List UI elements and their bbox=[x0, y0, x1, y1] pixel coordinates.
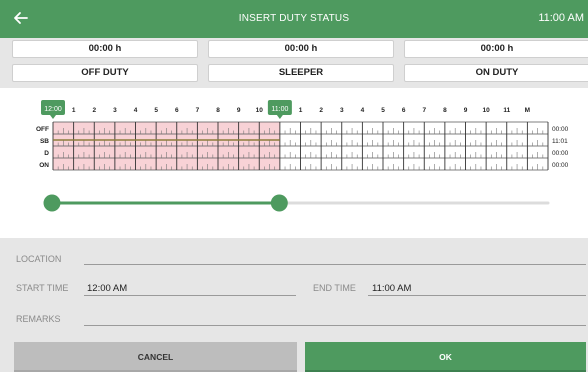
hour-label: 4 bbox=[134, 107, 138, 114]
off-duty-status-button[interactable]: OFF DUTY bbox=[12, 64, 198, 82]
duty-log-grid[interactable]: OFF 00:00 SB 11:01 D 00:00 ON 00:00 1 2 3 4 5 6 7 8 9 10 1… bbox=[0, 88, 588, 238]
sleeper-status-button[interactable]: SLEEPER bbox=[208, 64, 394, 82]
hour-label: 9 bbox=[464, 107, 468, 114]
hour-label: 3 bbox=[340, 107, 344, 114]
row-label-d: D bbox=[44, 150, 49, 157]
sleeper-hours: 00:00 h bbox=[208, 40, 394, 58]
hour-label: M bbox=[525, 107, 530, 114]
row-label-sb: SB bbox=[40, 138, 49, 145]
location-underline bbox=[84, 264, 586, 265]
on-duty-hours: 00:00 h bbox=[404, 40, 588, 58]
ok-button[interactable]: OK bbox=[305, 342, 586, 372]
hour-label: 11 bbox=[503, 107, 510, 114]
page-title: INSERT DUTY STATUS bbox=[238, 13, 350, 24]
start-time-input[interactable]: 12:00 AM bbox=[87, 283, 127, 294]
hour-label: 9 bbox=[237, 107, 241, 114]
off-duty-hours: 00:00 h bbox=[12, 40, 198, 58]
hour-label: 7 bbox=[422, 107, 426, 114]
hour-label: 5 bbox=[154, 107, 158, 114]
row-total-on: 00:00 bbox=[552, 162, 569, 169]
slider-start-thumb[interactable] bbox=[43, 194, 61, 212]
row-label-on: ON bbox=[39, 162, 49, 169]
current-time: 11:00 AM bbox=[538, 12, 584, 24]
hour-label: 2 bbox=[319, 107, 323, 114]
hour-label: 2 bbox=[92, 107, 96, 114]
remarks-underline bbox=[84, 325, 586, 326]
hour-label: 6 bbox=[175, 107, 179, 114]
remarks-label: REMARKS bbox=[16, 314, 61, 324]
slider-end-thumb[interactable] bbox=[270, 194, 288, 212]
hour-label: 3 bbox=[113, 107, 117, 114]
status-totals: 00:00 h 00:00 h 00:00 h OFF DUTY SLEEPER… bbox=[0, 38, 588, 88]
app-header: INSERT DUTY STATUS 11:00 AM bbox=[0, 0, 588, 38]
on-duty-status-button[interactable]: ON DUTY bbox=[404, 64, 588, 82]
row-total-off: 00:00 bbox=[552, 126, 569, 133]
cancel-button[interactable]: CANCEL bbox=[14, 342, 297, 372]
end-marker-label: 11:00 bbox=[271, 106, 288, 113]
start-marker-label: 12:00 bbox=[44, 106, 62, 113]
start-marker-pointer bbox=[50, 115, 56, 119]
duty-form: LOCATION START TIME 12:00 AM END TIME 11… bbox=[0, 238, 588, 372]
row-total-d: 00:00 bbox=[552, 150, 569, 157]
hour-label: 6 bbox=[402, 107, 406, 114]
hour-label: 8 bbox=[443, 107, 447, 114]
hour-label: 1 bbox=[299, 107, 303, 114]
hour-label: 1 bbox=[72, 107, 76, 114]
start-time-label: START TIME bbox=[16, 283, 69, 293]
row-label-off: OFF bbox=[36, 126, 49, 133]
hour-label: 7 bbox=[196, 107, 200, 114]
hour-label: 10 bbox=[256, 107, 264, 114]
duty-log-grid-area: OFF 00:00 SB 11:01 D 00:00 ON 00:00 1 2 3 4 5 6 7 8 9 10 1… bbox=[0, 88, 588, 238]
row-total-sb: 11:01 bbox=[552, 138, 568, 145]
end-time-underline bbox=[368, 295, 586, 296]
end-time-label: END TIME bbox=[313, 283, 356, 293]
hour-label: 5 bbox=[381, 107, 385, 114]
hour-label: 8 bbox=[216, 107, 220, 114]
end-time-input[interactable]: 11:00 AM bbox=[372, 283, 411, 294]
start-time-underline bbox=[84, 295, 296, 296]
hour-label: 10 bbox=[483, 107, 491, 114]
location-label: LOCATION bbox=[16, 254, 62, 264]
hour-label: 4 bbox=[361, 107, 365, 114]
end-marker-pointer bbox=[276, 115, 283, 119]
